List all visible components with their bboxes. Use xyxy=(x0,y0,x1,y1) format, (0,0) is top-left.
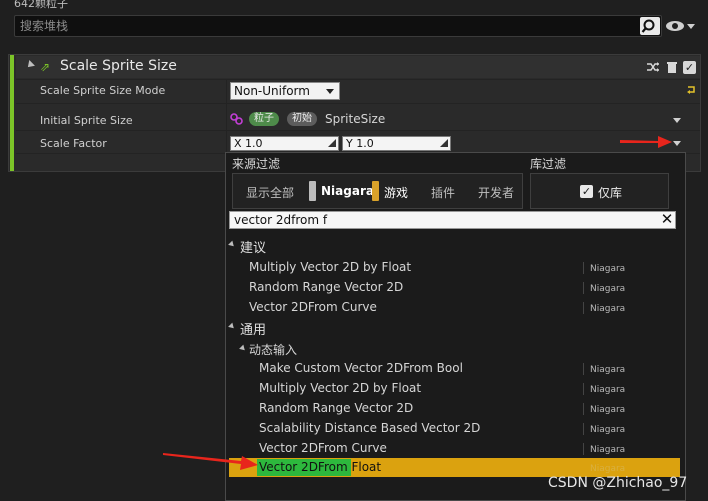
action-item[interactable]: Vector 2DFrom Curve xyxy=(249,300,377,314)
module-title: Scale Sprite Size xyxy=(60,58,177,74)
row-divider xyxy=(16,103,700,104)
action-item[interactable]: Random Range Vector 2D xyxy=(249,280,403,294)
item-divider xyxy=(583,302,584,314)
scale-factor-x-field[interactable]: X 1.0 xyxy=(230,136,339,151)
action-item[interactable]: Scalability Distance Based Vector 2D xyxy=(259,421,480,435)
item-divider xyxy=(583,403,584,415)
action-item-source: Niagara xyxy=(590,385,626,395)
item-divider xyxy=(583,383,584,395)
action-item-source: Niagara xyxy=(590,464,626,474)
particle-count-label: 642颗粒子 xyxy=(14,0,68,10)
library-only-label: 仅库 xyxy=(598,186,623,200)
niagara-swatch xyxy=(309,181,316,201)
item-divider xyxy=(583,443,584,455)
watermark-text: CSDN @Zhichao_97 xyxy=(548,475,688,491)
stack-search-input[interactable] xyxy=(15,16,661,36)
filter-plugins[interactable]: 插件 xyxy=(431,184,455,201)
action-item[interactable]: Multiply Vector 2D by Float xyxy=(259,381,421,395)
link-icon xyxy=(230,113,244,128)
resize-corner-icon xyxy=(328,139,336,147)
module-enabled-checkbox[interactable]: ✓ xyxy=(683,61,696,74)
scale-mode-dropdown[interactable]: Non-Uniform xyxy=(230,82,340,100)
action-item-source: Niagara xyxy=(590,264,626,274)
linked-parameter-name[interactable]: SpriteSize xyxy=(325,112,385,126)
stack-search-field[interactable] xyxy=(14,15,662,37)
filter-show-all[interactable]: 显示全部 xyxy=(246,184,294,201)
trash-icon[interactable] xyxy=(665,60,679,74)
eye-icon xyxy=(666,21,695,31)
item-divider xyxy=(583,423,584,435)
initial-sprite-size-label: Initial Sprite Size xyxy=(40,114,133,127)
action-item-source: Niagara xyxy=(590,425,626,435)
row-divider xyxy=(16,79,700,80)
chevron-down-icon xyxy=(326,89,334,94)
module-type-icon: ⇗ xyxy=(40,60,51,74)
search-icon[interactable] xyxy=(640,17,660,35)
action-item[interactable]: Random Range Vector 2D xyxy=(259,401,413,415)
category-suggested[interactable]: 建议 xyxy=(240,237,266,256)
filter-game[interactable]: 游戏 xyxy=(384,184,408,201)
action-item[interactable]: Multiply Vector 2D by Float xyxy=(249,260,411,274)
clear-filter-icon[interactable]: ✕ xyxy=(659,211,675,229)
chevron-down-icon[interactable] xyxy=(673,118,681,123)
scale-factor-y-field[interactable]: Y 1.0 xyxy=(342,136,451,151)
category-general[interactable]: 通用 xyxy=(240,319,266,338)
action-filter-field[interactable] xyxy=(229,211,676,229)
scale-factor-y-value: Y 1.0 xyxy=(346,137,374,150)
namespace-tag-particle: 粒子 xyxy=(249,112,279,126)
filter-developer[interactable]: 开发者 xyxy=(478,184,514,201)
action-item-source: Niagara xyxy=(590,405,626,415)
visibility-options-button[interactable] xyxy=(665,18,697,34)
action-item-source: Niagara xyxy=(590,304,626,314)
module-color-bar xyxy=(10,55,14,171)
resize-corner-icon xyxy=(440,139,448,147)
namespace-tag-initial: 初始 xyxy=(287,112,317,126)
source-filter-label: 来源过滤 xyxy=(232,157,281,171)
selected-action-item-label[interactable]: Vector 2DFrom Float xyxy=(259,460,381,474)
library-only-checkbox[interactable]: ✓ xyxy=(580,185,593,198)
filter-niagara[interactable]: Niagara xyxy=(321,184,374,198)
chevron-down-icon[interactable] xyxy=(673,141,681,146)
category-dynamic-inputs[interactable]: 动态输入 xyxy=(249,341,297,358)
annotation-arrow-icon xyxy=(163,453,258,470)
scale-factor-x-value: X 1.0 xyxy=(234,137,263,150)
item-divider xyxy=(583,282,584,294)
library-filter-label: 库过滤 xyxy=(530,157,567,171)
shuffle-icon[interactable] xyxy=(646,60,660,74)
action-item-source: Niagara xyxy=(590,365,626,375)
action-item[interactable]: Make Custom Vector 2DFrom Bool xyxy=(259,361,463,375)
item-divider xyxy=(583,262,584,274)
row-divider xyxy=(16,130,700,131)
game-swatch xyxy=(372,181,379,201)
annotation-arrow-icon xyxy=(620,136,672,148)
action-filter-input[interactable] xyxy=(230,212,675,228)
scale-mode-value: Non-Uniform xyxy=(234,84,310,98)
action-item-source: Niagara xyxy=(590,284,626,294)
scale-mode-label: Scale Sprite Size Mode xyxy=(40,84,166,97)
scale-factor-label: Scale Factor xyxy=(40,137,107,150)
action-item-source: Niagara xyxy=(590,445,626,455)
reset-to-default-icon[interactable] xyxy=(686,85,696,95)
item-divider xyxy=(583,363,584,375)
action-item[interactable]: Vector 2DFrom Curve xyxy=(259,441,387,455)
